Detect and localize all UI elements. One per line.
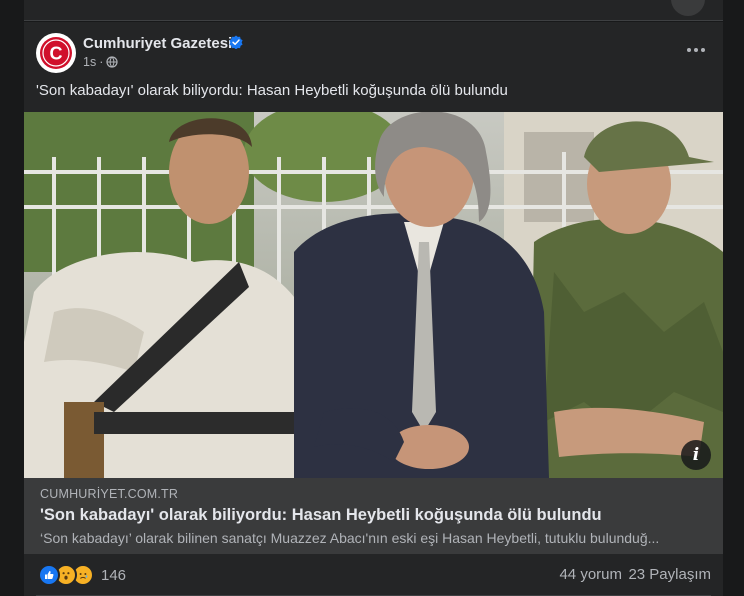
shares-count-link[interactable]: 23 Paylaşım: [628, 566, 711, 583]
link-title[interactable]: 'Son kabadayı' olarak biliyordu: Hasan H…: [40, 506, 602, 525]
link-domain: CUMHURİYET.COM.TR: [40, 487, 179, 501]
post-timestamp[interactable]: 1s: [83, 55, 96, 69]
post-message: 'Son kabadayı' olarak biliyordu: Hasan H…: [36, 82, 508, 99]
reaction-summary[interactable]: 146: [38, 564, 126, 586]
post-footer: 146 44 yorum 23 Paylaşım: [24, 554, 723, 596]
news-photo-illustration: [24, 112, 723, 478]
like-reaction-icon: [38, 564, 60, 586]
post-link-image[interactable]: i: [24, 112, 723, 478]
comments-count-link[interactable]: 44 yorum: [559, 566, 622, 583]
previous-post-card: [24, 0, 723, 21]
link-preview[interactable]: CUMHURİYET.COM.TR 'Son kabadayı' olarak …: [24, 478, 723, 554]
svg-text:C: C: [50, 44, 63, 64]
page-avatar[interactable]: C: [36, 33, 76, 73]
meta-separator: ·: [99, 55, 104, 69]
post-card: C Cumhuriyet Gazetesi 1s · 'Son kabadayı…: [24, 22, 723, 596]
post-meta: 1s ·: [83, 55, 118, 69]
link-description: ‘Son kabadayı’ olarak bilinen sanatçı Mu…: [40, 530, 660, 546]
post-header: C Cumhuriyet Gazetesi 1s ·: [24, 22, 723, 82]
verified-badge-icon: [229, 35, 243, 49]
info-icon[interactable]: i: [681, 440, 711, 470]
cumhuriyet-logo-icon: C: [37, 34, 75, 72]
globe-icon: [106, 56, 118, 68]
more-options-icon[interactable]: [681, 38, 711, 62]
previous-post-action-button[interactable]: [671, 0, 705, 16]
page-name-link[interactable]: Cumhuriyet Gazetesi: [83, 35, 232, 52]
reaction-count[interactable]: 146: [101, 567, 126, 584]
